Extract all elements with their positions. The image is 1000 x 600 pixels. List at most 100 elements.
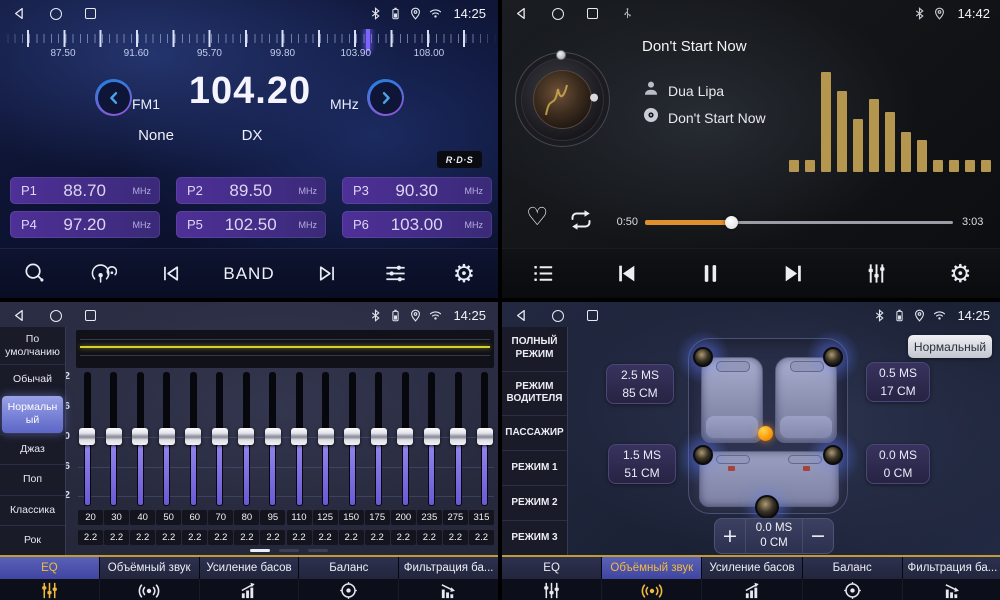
home-icon[interactable] [50, 310, 62, 322]
pause-icon[interactable] [695, 261, 725, 286]
filter-slope-icon[interactable] [398, 579, 498, 600]
eq-sliders-icon[interactable] [502, 579, 601, 600]
slider-knob[interactable] [477, 428, 493, 445]
q-value[interactable]: 2.2 [104, 530, 129, 545]
q-value[interactable]: 2.2 [78, 530, 103, 545]
slider-knob[interactable] [106, 428, 122, 445]
listening-mode-item[interactable]: ПАССАЖИР [502, 415, 567, 450]
back-icon[interactable] [514, 6, 529, 21]
radio-preset-p2[interactable]: P289.50MHz [176, 177, 326, 204]
tab-filter-slope[interactable]: Фильтрация ба... [398, 557, 498, 579]
slider-knob[interactable] [212, 428, 228, 445]
equalizer-icon[interactable] [862, 261, 892, 286]
slider-knob[interactable] [371, 428, 387, 445]
eq-sliders-icon[interactable] [0, 579, 99, 600]
q-value[interactable]: 2.2 [443, 530, 468, 545]
eq-band-slider[interactable] [78, 372, 96, 506]
q-value[interactable]: 2.2 [313, 530, 338, 545]
rear-left-delay-button[interactable]: 1.5 MS 51 CM [608, 444, 676, 484]
slider-knob[interactable] [397, 428, 413, 445]
q-value[interactable]: 2.2 [130, 530, 155, 545]
rear-right-delay-button[interactable]: 0.0 MS 0 CM [866, 444, 930, 484]
q-value[interactable]: 2.2 [391, 530, 416, 545]
listening-mode-item[interactable]: РЕЖИМ 1 [502, 450, 567, 485]
q-value[interactable]: 2.2 [260, 530, 285, 545]
fc-value[interactable]: 50 [156, 510, 181, 525]
settings-gear-icon[interactable]: ⚙ [945, 261, 975, 286]
front-left-delay-button[interactable]: 2.5 MS 85 CM [606, 364, 674, 404]
slider-knob[interactable] [238, 428, 254, 445]
eq-band-slider[interactable] [158, 372, 176, 506]
fc-value[interactable]: 200 [391, 510, 416, 525]
fc-value[interactable]: 70 [208, 510, 233, 525]
fc-value[interactable]: 60 [182, 510, 207, 525]
radio-preset-p6[interactable]: P6103.00MHz [342, 211, 492, 238]
slider-knob[interactable] [291, 428, 307, 445]
surround-sound-icon[interactable] [99, 579, 199, 600]
home-icon[interactable] [552, 310, 564, 322]
scan-search-icon[interactable] [19, 261, 49, 286]
q-value[interactable]: 2.2 [208, 530, 233, 545]
slider-knob[interactable] [132, 428, 148, 445]
tab-bass-boost[interactable]: Усиление басов [199, 557, 299, 579]
fc-value[interactable]: 80 [234, 510, 259, 525]
fc-value[interactable]: 150 [339, 510, 364, 525]
audio-settings-icon[interactable] [381, 261, 411, 286]
eq-band-slider[interactable] [184, 372, 202, 506]
tab-eq-sliders[interactable]: EQ [0, 557, 99, 579]
slider-knob[interactable] [424, 428, 440, 445]
surround-sound-icon[interactable] [601, 579, 701, 600]
balance-icon[interactable] [802, 579, 902, 600]
radio-preset-p3[interactable]: P390.30MHz [342, 177, 492, 204]
eq-band-slider[interactable] [317, 372, 335, 506]
eq-band-slider[interactable] [131, 372, 149, 506]
decrease-delay-button[interactable]: − [803, 519, 833, 553]
tab-balance[interactable]: Баланс [802, 557, 902, 579]
tab-eq-sliders[interactable]: EQ [502, 557, 601, 579]
fc-value[interactable]: 125 [313, 510, 338, 525]
q-value[interactable]: 2.2 [469, 530, 494, 545]
balance-icon[interactable] [298, 579, 398, 600]
tune-down-button[interactable] [95, 79, 132, 116]
filter-slope-icon[interactable] [902, 579, 1000, 600]
back-icon[interactable] [514, 308, 529, 323]
recents-icon[interactable] [85, 310, 96, 321]
eq-preset-item[interactable]: Поп [0, 464, 65, 494]
tab-surround-sound[interactable]: Объёмный звук [601, 557, 701, 579]
eq-band-slider[interactable] [237, 372, 255, 506]
eq-preset-item[interactable]: Джаз [0, 434, 65, 464]
back-icon[interactable] [12, 6, 27, 21]
broadcast-icon[interactable] [87, 262, 117, 285]
slider-knob[interactable] [159, 428, 175, 445]
bass-boost-icon[interactable] [199, 579, 299, 600]
tab-balance[interactable]: Баланс [298, 557, 398, 579]
eq-preset-item[interactable]: По умолчанию [0, 327, 65, 364]
radio-preset-p4[interactable]: P497.20MHz [10, 211, 160, 238]
eq-band-slider[interactable] [396, 372, 414, 506]
front-right-delay-button[interactable]: 0.5 MS 17 CM [866, 362, 930, 402]
radio-preset-p1[interactable]: P188.70MHz [10, 177, 160, 204]
fc-value[interactable]: 175 [365, 510, 390, 525]
repeat-icon[interactable] [567, 208, 595, 237]
tuning-scale[interactable]: 87.50 91.60 95.70 99.80 103.90 108.00 [0, 29, 498, 61]
listening-mode-item[interactable]: ПОЛНЫЙ РЕЖИМ [502, 327, 567, 371]
listening-mode-item[interactable]: РЕЖИМ 2 [502, 485, 567, 520]
fc-value[interactable]: 315 [469, 510, 494, 525]
eq-preset-item[interactable]: Рок [0, 525, 65, 555]
slider-knob[interactable] [265, 428, 281, 445]
recents-icon[interactable] [587, 8, 598, 19]
next-station-icon[interactable] [313, 262, 343, 285]
slider-knob[interactable] [318, 428, 334, 445]
slider-knob[interactable] [185, 428, 201, 445]
fc-value[interactable]: 110 [287, 510, 312, 525]
sound-profile-button[interactable]: Нормальный [908, 335, 992, 358]
progress-bar[interactable] [645, 221, 953, 224]
q-value[interactable]: 2.2 [287, 530, 312, 545]
fc-value[interactable]: 275 [443, 510, 468, 525]
fc-value[interactable]: 40 [130, 510, 155, 525]
eq-preset-item[interactable]: Обычай [0, 364, 65, 394]
q-value[interactable]: 2.2 [417, 530, 442, 545]
settings-gear-icon[interactable]: ⚙ [449, 261, 479, 286]
previous-track-icon[interactable] [612, 261, 642, 286]
eq-band-slider[interactable] [449, 372, 467, 506]
